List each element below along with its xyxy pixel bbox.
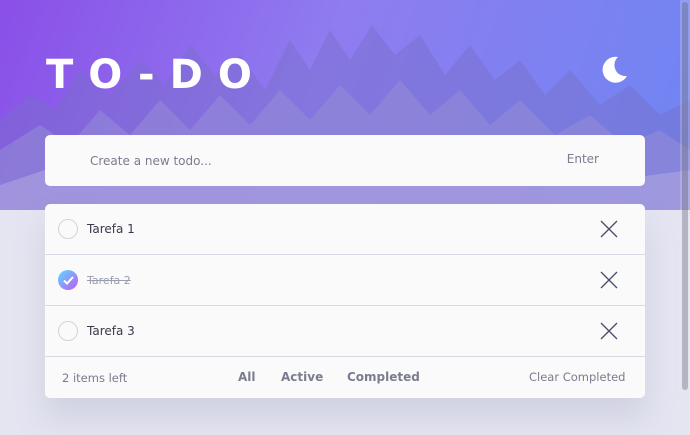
- delete-button[interactable]: [600, 322, 618, 340]
- todo-item[interactable]: Tarefa 2: [45, 255, 645, 306]
- todo-item[interactable]: Tarefa 1: [45, 204, 645, 255]
- todo-checkbox[interactable]: [58, 219, 78, 239]
- close-icon: [600, 220, 618, 238]
- scrollbar[interactable]: [680, 0, 690, 435]
- check-icon: [62, 275, 74, 285]
- todo-checkbox-checked[interactable]: [58, 270, 78, 290]
- todo-list: Tarefa 1 Tarefa 2 Tarefa 3 2 items left …: [45, 204, 645, 398]
- moon-icon: [602, 56, 627, 83]
- close-icon: [600, 322, 618, 340]
- delete-button[interactable]: [600, 271, 618, 289]
- new-todo-bar: Enter: [45, 135, 645, 186]
- filter-active[interactable]: Active: [281, 370, 323, 384]
- filter-completed[interactable]: Completed: [347, 370, 420, 384]
- theme-toggle-button[interactable]: [598, 54, 630, 86]
- todo-checkbox[interactable]: [58, 321, 78, 341]
- close-icon: [600, 271, 618, 289]
- delete-button[interactable]: [600, 220, 618, 238]
- todo-text: Tarefa 2: [87, 273, 131, 287]
- todo-text: Tarefa 1: [87, 222, 135, 236]
- enter-button[interactable]: Enter: [567, 152, 599, 166]
- items-left-count: 2 items left: [62, 371, 128, 385]
- list-footer: 2 items left All Active Completed Clear …: [45, 357, 645, 398]
- filter-all[interactable]: All: [238, 370, 256, 384]
- todo-text: Tarefa 3: [87, 324, 135, 338]
- new-todo-input[interactable]: [90, 153, 530, 168]
- clear-completed-button[interactable]: Clear Completed: [529, 370, 625, 384]
- todo-item[interactable]: Tarefa 3: [45, 306, 645, 357]
- scrollbar-thumb[interactable]: [682, 2, 688, 390]
- app-title: TO-DO: [46, 52, 267, 98]
